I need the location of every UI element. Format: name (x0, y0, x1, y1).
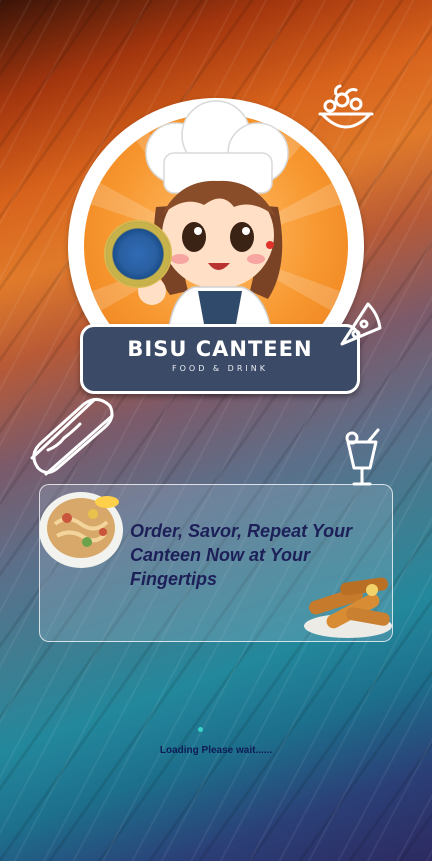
hotdog-icon (30, 398, 114, 476)
chef-girl-mascot-icon (138, 100, 289, 335)
app-title: BISU CANTEEN (127, 337, 313, 361)
noodle-dish-image (39, 492, 123, 568)
university-seal-icon (104, 220, 172, 288)
fried-spring-rolls-image (304, 577, 392, 638)
splash-screen: BISU CANTEEN FOOD & DRINK Order, Savor, (0, 0, 432, 861)
loading-indicator (198, 727, 203, 732)
loading-text: Loading Please wait...... (159, 745, 273, 756)
logo-banner: BISU CANTEEN FOOD & DRINK (80, 324, 360, 394)
pizza-slice-icon (340, 302, 382, 346)
cocktail-drink-icon (345, 428, 380, 486)
salad-bowl-icon (318, 84, 374, 129)
app-subtitle: FOOD & DRINK (172, 364, 268, 373)
